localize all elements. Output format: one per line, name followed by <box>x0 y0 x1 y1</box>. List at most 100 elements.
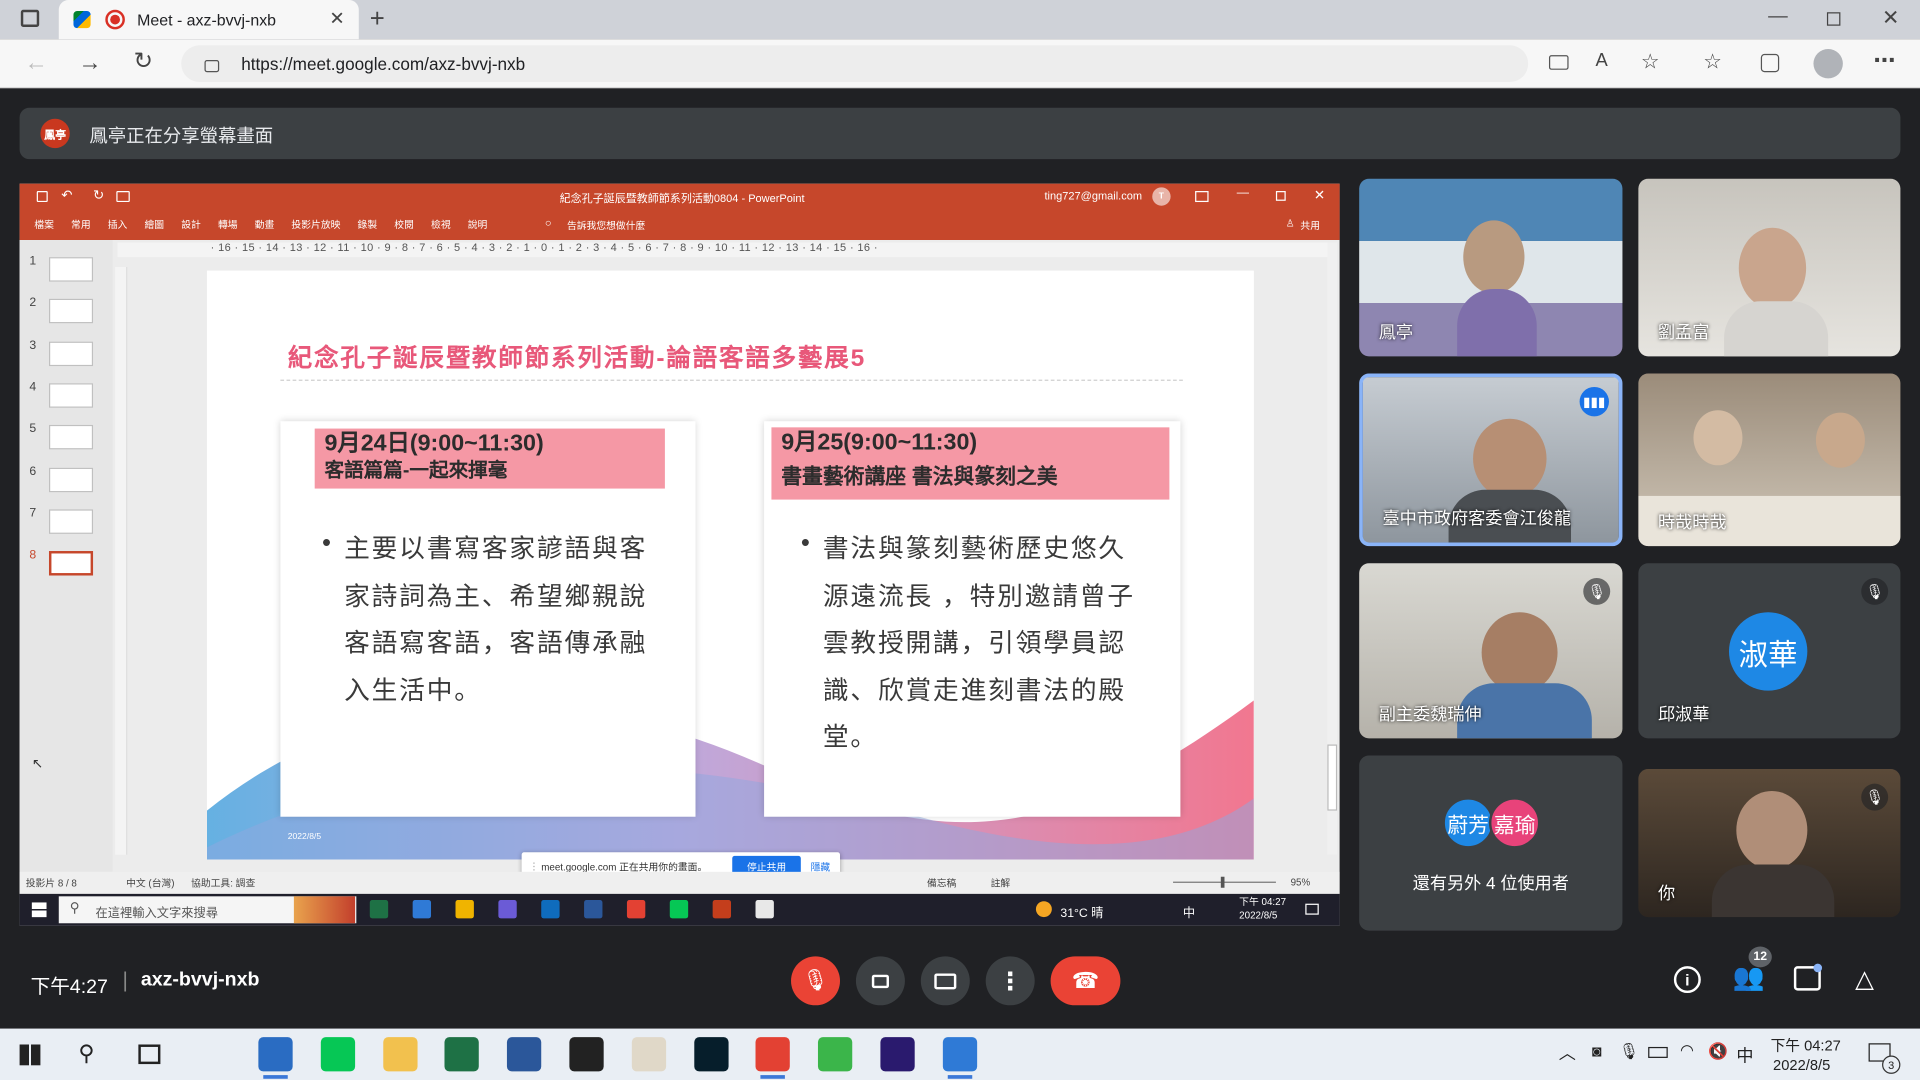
wifi-icon[interactable]: ◠ <box>1680 1041 1694 1061</box>
participant-tile-1[interactable]: 鳳亭 <box>1359 178 1623 357</box>
ribbon-tab[interactable]: 常用 <box>71 218 91 231</box>
inner-search-icon[interactable]: ⚲ <box>70 900 80 916</box>
participant-tile-2[interactable]: 劉孟富 <box>1638 178 1901 357</box>
people-icon[interactable]: 👥 <box>1733 964 1765 993</box>
leave-call-button[interactable]: ☎ <box>1050 956 1121 1006</box>
ribbon-tab[interactable]: 校閱 <box>394 218 414 231</box>
battery-icon[interactable] <box>1648 1046 1668 1058</box>
participant-tile-5[interactable]: 🎙 副主委魏瑞伸 <box>1359 563 1623 739</box>
ribbon-tab[interactable]: 檢視 <box>431 218 451 231</box>
tell-me-text[interactable]: 告訴我您想做什麼 <box>567 219 645 232</box>
photos-icon[interactable] <box>942 1037 977 1072</box>
mic-tray-icon[interactable]: 🎙 <box>1619 1042 1639 1062</box>
others-tile[interactable]: 蔚芳 嘉瑜 還有另外 4 位使用者 <box>1359 755 1623 931</box>
drag-handle-icon[interactable]: ⋮ <box>529 861 539 872</box>
status-accessibility[interactable]: 協助工具: 調查 <box>191 877 255 890</box>
back-icon[interactable]: ← <box>24 51 47 74</box>
profile-icon[interactable] <box>1813 48 1843 79</box>
undo-icon[interactable]: ↶ <box>61 187 72 204</box>
slide-thumbnail[interactable] <box>48 257 94 282</box>
wechat-icon[interactable] <box>818 1037 853 1072</box>
favorites-icon[interactable]: ☆ <box>1703 51 1722 72</box>
inner-taskbar-app-icon[interactable] <box>712 900 732 919</box>
ppt-share-icon[interactable]: ♙ <box>1286 218 1295 229</box>
inner-search-text[interactable]: 在這裡輸入文字來搜尋 <box>96 902 218 920</box>
search-icon[interactable]: ⚲ <box>78 1041 94 1067</box>
ribbon-tab[interactable]: 轉場 <box>218 218 238 231</box>
volume-icon[interactable]: 🔇 <box>1708 1042 1728 1062</box>
inner-taskbar-app-icon[interactable] <box>369 900 389 919</box>
participant-tile-6[interactable]: 淑華 🎙 邱淑華 <box>1638 563 1901 739</box>
inner-weather[interactable]: 31°C 晴 <box>1060 902 1103 920</box>
mic-toggle-button[interactable]: 🎙 <box>791 956 841 1006</box>
inner-taskbar-app-icon[interactable] <box>541 900 560 919</box>
line-icon[interactable] <box>320 1037 355 1072</box>
word-icon[interactable] <box>507 1037 542 1072</box>
ppt-close-icon[interactable]: ✕ <box>1314 187 1325 204</box>
ribbon-tab[interactable]: 設計 <box>181 218 201 231</box>
ribbon-tab[interactable]: 繪圖 <box>144 218 164 231</box>
new-tab-icon[interactable]: + <box>370 6 385 32</box>
clock-date[interactable]: 2022/8/5 <box>1773 1057 1830 1074</box>
edge-icon[interactable] <box>258 1037 293 1072</box>
notes-button[interactable]: 備忘稿 <box>927 877 956 890</box>
show-hidden-icons-icon[interactable]: ︿ <box>1559 1041 1576 1065</box>
slide-thumbnail[interactable] <box>48 551 94 576</box>
audition-icon[interactable] <box>880 1037 915 1072</box>
ribbon-tab[interactable]: 插入 <box>108 218 128 231</box>
ribbon-tab[interactable]: 錄製 <box>358 218 378 231</box>
ribbon-tab[interactable]: 動畫 <box>255 218 275 231</box>
tell-me-icon[interactable]: ○ <box>545 217 552 229</box>
participant-tile-3[interactable]: ▮▮▮ 臺中市政府客委會江俊龍 <box>1359 373 1623 547</box>
ribbon-display-icon[interactable] <box>1195 191 1209 203</box>
ppt-account-avatar[interactable]: T <box>1152 187 1171 206</box>
ribbon-tab[interactable]: 說明 <box>468 218 488 231</box>
ppt-minimize-icon[interactable]: — <box>1237 186 1249 199</box>
more-options-button[interactable]: ⋮ <box>985 956 1035 1006</box>
add-favorite-icon[interactable]: ☆ <box>1641 51 1660 72</box>
reload-icon[interactable]: ↻ <box>133 50 152 73</box>
read-aloud-icon[interactable]: A <box>1596 51 1608 69</box>
indesign-icon[interactable] <box>569 1037 604 1072</box>
camera-tray-icon[interactable]: ◙ <box>1592 1042 1602 1060</box>
photoshop-icon[interactable] <box>693 1037 729 1072</box>
ppt-restore-icon[interactable] <box>1275 191 1286 201</box>
slide-thumbnail[interactable] <box>48 341 94 366</box>
start-icon[interactable] <box>19 1044 41 1066</box>
collections-icon[interactable] <box>1760 53 1780 73</box>
ppt-scroll-thumb[interactable] <box>1327 744 1338 811</box>
inner-taskbar-app-icon[interactable] <box>669 900 689 919</box>
inner-taskbar-app-icon[interactable] <box>455 900 474 919</box>
present-button[interactable] <box>920 956 970 1006</box>
slide-thumbnail[interactable] <box>48 425 94 450</box>
close-tab-icon[interactable]: ✕ <box>329 10 344 28</box>
zoom-level[interactable]: 95% <box>1291 877 1311 888</box>
excel-icon[interactable] <box>444 1037 480 1072</box>
inner-ime[interactable]: 中 <box>1183 902 1195 920</box>
redo-icon[interactable]: ↻ <box>93 187 104 204</box>
clock-time[interactable]: 下午 04:27 <box>1771 1035 1841 1056</box>
lock-icon[interactable] <box>204 60 220 73</box>
slide-thumbnail[interactable] <box>48 509 94 534</box>
more-menu-icon[interactable]: ⋯ <box>1873 49 1895 71</box>
url-text[interactable]: https://meet.google.com/axz-bvvj-nxb <box>241 54 525 74</box>
ribbon-tab[interactable]: 檔案 <box>34 218 54 231</box>
status-language[interactable]: 中文 (台灣) <box>126 877 174 890</box>
meeting-info-icon[interactable]: i <box>1673 966 1701 994</box>
file-explorer-icon[interactable] <box>382 1037 418 1072</box>
slideshow-icon[interactable] <box>116 191 130 203</box>
slide-thumbnail[interactable] <box>48 383 94 408</box>
ppt-account[interactable]: ting727@gmail.com <box>1044 190 1142 202</box>
slide-thumbnail[interactable] <box>48 467 94 492</box>
chrome-icon[interactable] <box>755 1037 791 1072</box>
activities-icon[interactable]: △ <box>1855 964 1874 995</box>
camera-toggle-button[interactable] <box>855 956 905 1006</box>
inner-notification-icon[interactable] <box>1305 903 1319 915</box>
ppt-share-button[interactable]: 共用 <box>1300 219 1320 232</box>
inner-taskbar-app-icon[interactable] <box>584 900 603 919</box>
tab-actions-icon[interactable] <box>20 9 40 27</box>
inner-taskbar-app-icon[interactable] <box>626 900 646 919</box>
inner-taskbar-app-icon[interactable] <box>412 900 432 919</box>
ime-indicator[interactable]: 中 <box>1736 1043 1753 1067</box>
self-view-tile[interactable]: 🎙 你 <box>1638 768 1901 918</box>
